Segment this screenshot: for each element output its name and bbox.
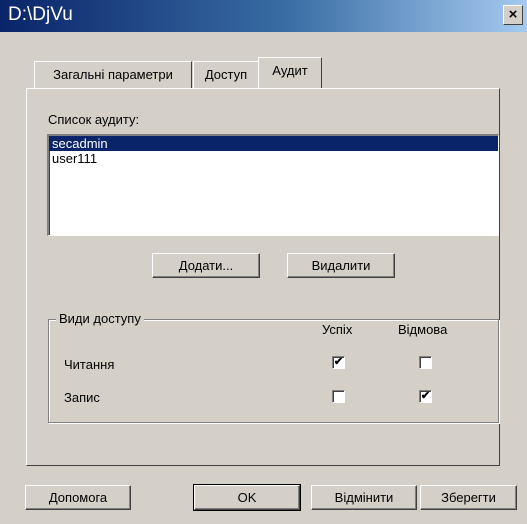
window-title: D:\DjVu — [8, 4, 73, 25]
checkmark-icon: ✔ — [420, 390, 431, 402]
read-failure-checkbox[interactable] — [419, 356, 432, 369]
read-label: Читання — [64, 357, 115, 372]
audit-list-label: Список аудиту: — [48, 112, 140, 127]
title-bar[interactable]: D:\DjVu × — [0, 0, 527, 32]
write-success-checkbox[interactable] — [332, 390, 345, 403]
audit-list[interactable]: secadmin user111 — [47, 134, 499, 236]
tab-access[interactable]: Доступ — [193, 61, 259, 88]
add-button[interactable]: Додати... — [152, 253, 260, 278]
tab-audit-label: Аудит — [272, 63, 308, 78]
tab-audit[interactable]: Аудит — [258, 57, 322, 88]
tab-access-label: Доступ — [204, 67, 248, 82]
cancel-button[interactable]: Відмінити — [311, 485, 417, 510]
close-icon: × — [508, 6, 518, 23]
ok-button[interactable]: OK — [193, 484, 301, 511]
list-item[interactable]: user111 — [49, 151, 498, 166]
remove-button[interactable]: Видалити — [287, 253, 395, 278]
failure-column-header: Відмова — [398, 322, 448, 337]
read-success-checkbox[interactable]: ✔ — [332, 356, 345, 369]
save-button[interactable]: Зберегти — [420, 485, 517, 510]
tab-general-label: Загальні параметри — [53, 67, 173, 82]
tab-general[interactable]: Загальні параметри — [34, 61, 192, 88]
access-types-label: Види доступу — [56, 311, 144, 326]
list-item[interactable]: secadmin — [49, 136, 498, 151]
properties-dialog: D:\DjVu × Загальні параметри Доступ Ауди… — [0, 0, 527, 524]
close-button[interactable]: × — [503, 5, 523, 25]
write-failure-checkbox[interactable]: ✔ — [419, 390, 432, 403]
write-label: Запис — [64, 390, 100, 405]
checkmark-icon: ✔ — [333, 356, 344, 368]
help-button[interactable]: Допомога — [25, 485, 131, 510]
success-column-header: Успіх — [322, 322, 353, 337]
